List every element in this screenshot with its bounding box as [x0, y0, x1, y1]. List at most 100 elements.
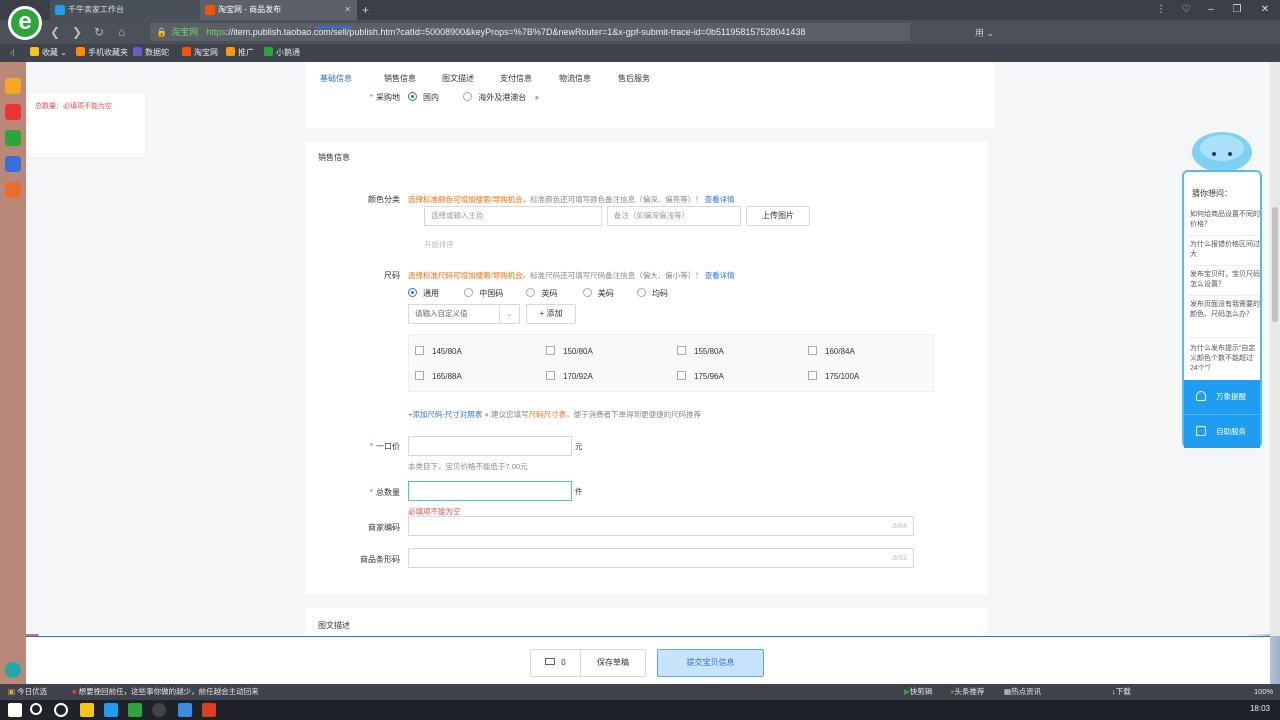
mail-icon[interactable]	[5, 130, 21, 146]
size-checkbox[interactable]: 175/96A	[677, 371, 724, 381]
radio-label: 通用	[423, 289, 439, 298]
scrollbar-thumb[interactable]	[1272, 207, 1278, 322]
save-draft-button[interactable]: 保存草稿	[580, 649, 646, 677]
radio-overseas[interactable]: 海外及港澳台	[463, 92, 526, 102]
tab-taobao-publish[interactable]: 淘宝网 - 商品发布 ✕	[200, 0, 357, 20]
helper-mascot-icon[interactable]	[1188, 128, 1256, 174]
minimize-button[interactable]: –	[1200, 0, 1222, 20]
size-checkbox[interactable]: 155/80A	[677, 346, 724, 356]
bookmark-favorites[interactable]: 收藏 ⌄	[30, 47, 67, 59]
tab-qianniu[interactable]: 千牛卖家工作台	[50, 0, 200, 20]
assistant-icon[interactable]	[5, 662, 21, 678]
refresh-icon[interactable]: ↻	[94, 25, 104, 39]
hot-news[interactable]: ▦热点资讯	[1004, 686, 1041, 698]
sort-label[interactable]: 开始排序	[424, 239, 454, 250]
daily-picks[interactable]: ▣ 今日优选	[8, 686, 47, 698]
back-icon[interactable]: ❮	[50, 25, 60, 39]
new-tab-button[interactable]: +	[362, 0, 369, 20]
add-size-button[interactable]: + 添加	[526, 304, 576, 324]
quick-edit[interactable]: ▶快剪辑	[904, 686, 932, 698]
reminder-button[interactable]: 万象提醒	[1184, 380, 1260, 414]
size-checkbox[interactable]: 150/80A	[546, 346, 593, 356]
barcode-input[interactable]: 0/32	[408, 548, 914, 568]
skin-icon[interactable]: ♡	[1175, 0, 1197, 20]
submit-button[interactable]: 提交宝贝信息	[657, 649, 764, 677]
tab-description[interactable]: 图文描述	[442, 73, 474, 84]
size-checkbox[interactable]: 160/84A	[808, 346, 855, 356]
downloads[interactable]: ↓下载	[1112, 686, 1131, 698]
close-tab-icon[interactable]: ✕	[344, 0, 351, 20]
price-input[interactable]	[408, 436, 572, 456]
windows-start-icon[interactable]	[8, 703, 22, 717]
help-icon[interactable]: ●	[534, 93, 539, 102]
bookmark-taobao[interactable]: 淘宝网	[182, 47, 218, 59]
task-view-icon[interactable]	[54, 703, 68, 717]
tab-payment[interactable]: 支付信息	[500, 73, 532, 84]
tab-logistics[interactable]: 物流信息	[559, 73, 591, 84]
tab-basic-info[interactable]: 基础信息	[320, 73, 352, 84]
radio-uk-size[interactable]: 英码	[526, 288, 580, 299]
radio-domestic[interactable]: 国内	[408, 92, 439, 102]
sidebar-toggle-icon[interactable]: ‹|	[10, 47, 15, 59]
size-checkbox[interactable]: 175/100A	[808, 371, 859, 381]
search-icon[interactable]	[30, 703, 42, 715]
maximize-button[interactable]: ❐	[1226, 0, 1248, 20]
radio-one-size[interactable]: 均码	[636, 288, 668, 298]
size-checkbox[interactable]: 170/92A	[546, 371, 593, 381]
radio-china-size[interactable]: 中国码	[464, 288, 524, 299]
browser-taskbar-icon[interactable]	[104, 703, 118, 717]
color-note-input[interactable]: 备注（如偏深偏浅等）	[607, 206, 741, 226]
radio-us-size[interactable]: 美码	[582, 288, 635, 299]
help-question[interactable]: 为什么报错价格区间过大	[1190, 240, 1260, 260]
bookmark-data-snake[interactable]: 数据蛇	[133, 47, 169, 59]
app-taskbar-icon[interactable]	[178, 703, 192, 717]
weibo-icon[interactable]	[5, 104, 21, 120]
quantity-input[interactable]	[408, 481, 572, 501]
custom-size-select[interactable]: 请输入自定义值 ⌄	[408, 304, 520, 324]
size-checkbox[interactable]: 145/80A	[415, 346, 462, 356]
checkbox	[677, 346, 686, 355]
help-question[interactable]: 发布页面没有我需要的颜色、尺码怎么办？	[1190, 300, 1260, 320]
app-icon[interactable]	[5, 182, 21, 198]
color-details-link[interactable]: 查看详情	[705, 195, 735, 204]
bookmark-xiaoetong[interactable]: 小鹅通	[264, 47, 300, 59]
news-ticker[interactable]: ■ 想要挽回前任，这些事你做的越少，前任越会主动回来	[72, 686, 259, 698]
add-size-chart-link[interactable]: +添加尺码-尺寸对照表	[408, 410, 482, 419]
main-color-input[interactable]: 选择或输入主色	[424, 206, 602, 226]
daily-picks-label: 今日优选	[17, 687, 48, 696]
size-details-link[interactable]: 查看详情	[705, 271, 735, 280]
url-input[interactable]: 🔒 淘宝网 https://item.publish.taobao.com/sell…	[150, 23, 910, 41]
page-scrollbar[interactable]	[1270, 62, 1280, 636]
bookmark-promote[interactable]: 推广	[226, 47, 254, 59]
powerpoint-taskbar-icon[interactable]	[202, 703, 216, 717]
help-question[interactable]: 发布宝贝时，宝贝尺码怎么设置？	[1190, 270, 1260, 290]
chevron-down-icon[interactable]: ⌄	[499, 305, 519, 323]
radio-general[interactable]: 通用	[408, 288, 462, 299]
game-icon[interactable]	[5, 156, 21, 172]
radio-label: 英码	[541, 289, 558, 298]
search-engine-label[interactable]: 用 ⌄	[975, 26, 994, 39]
radio-dot	[582, 288, 592, 297]
help-icon[interactable]: ●	[484, 410, 489, 419]
upload-image-button[interactable]: 上传图片	[746, 206, 810, 226]
merchant-code-input[interactable]: 0/64	[408, 516, 914, 536]
file-explorer-icon[interactable]	[80, 703, 94, 717]
error-summary-text: 总数量：必填项不能为空	[35, 103, 112, 110]
favorites-icon[interactable]	[5, 78, 21, 94]
recorder-taskbar-icon[interactable]	[152, 703, 166, 717]
home-icon[interactable]: ⌂	[118, 25, 125, 39]
help-question[interactable]: 为什么发布提示“自定义颜色个数不能超过24个”？	[1190, 344, 1260, 374]
tab-sales-info[interactable]: 销售信息	[384, 73, 416, 84]
360-browser-taskbar-icon[interactable]	[128, 703, 142, 717]
forward-icon[interactable]: ❯	[72, 25, 82, 39]
message-count-button[interactable]: 0	[530, 649, 580, 677]
close-window-button[interactable]: ✕	[1254, 0, 1276, 20]
menu-icon[interactable]: ⋮	[1150, 0, 1172, 20]
self-service-button[interactable]: 自助服务	[1184, 414, 1260, 448]
toutiao-recommend[interactable]: ●头条推荐	[950, 686, 985, 698]
help-question[interactable]: 如何给商品设置不同的价格？	[1190, 210, 1260, 230]
tab-after-sales[interactable]: 售后服务	[618, 73, 650, 84]
size-checkbox[interactable]: 165/88A	[415, 371, 462, 381]
zoom-level[interactable]: 100%	[1254, 686, 1273, 698]
bookmark-mobile[interactable]: 手机收藏夹	[76, 47, 128, 59]
